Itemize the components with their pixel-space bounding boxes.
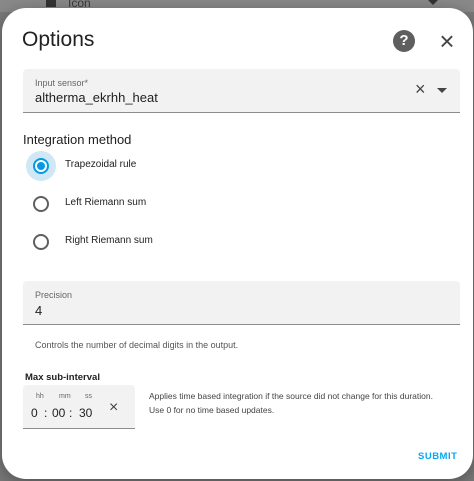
options-dialog: Options ? × Input sensor* altherma_ekrhh… [2, 8, 473, 479]
radio-label: Left Riemann sum [65, 197, 147, 208]
max-sub-interval-label: Max sub-interval [25, 372, 100, 383]
radio-label: Trapezoidal rule [65, 159, 137, 170]
minutes-input[interactable]: 00 [52, 406, 65, 420]
precision-value[interactable]: 4 [35, 303, 42, 318]
seconds-input[interactable]: 30 [79, 406, 92, 420]
background-dropdown-caret-icon [428, 0, 438, 5]
max-sub-interval-description: Applies time based integration if the so… [149, 391, 433, 415]
clear-duration-icon[interactable]: × [109, 399, 118, 417]
clear-icon[interactable]: × [415, 79, 426, 100]
precision-field[interactable]: Precision 4 [23, 281, 460, 325]
minutes-unit-label: mm [59, 393, 71, 400]
hours-unit-label: hh [36, 393, 44, 400]
help-icon[interactable]: ? [393, 30, 415, 52]
integration-method-label: Integration method [23, 132, 132, 147]
radio-option-left-riemann[interactable]: Left Riemann sum [26, 189, 326, 219]
input-sensor-field[interactable]: Input sensor* altherma_ekrhh_heat × [23, 69, 460, 113]
dialog-title: Options [22, 28, 95, 51]
radio-button[interactable] [33, 196, 49, 212]
dropdown-caret-icon[interactable] [437, 88, 447, 93]
submit-button[interactable]: SUBMIT [418, 451, 457, 462]
duration-input[interactable]: hh mm ss 0 : 00 : 30 × [23, 385, 135, 429]
background-icon [46, 0, 56, 7]
precision-label: Precision [35, 290, 73, 300]
close-icon[interactable]: × [434, 28, 460, 54]
input-sensor-value[interactable]: altherma_ekrhh_heat [35, 90, 158, 105]
precision-helper-text: Controls the number of decimal digits in… [35, 340, 239, 350]
radio-option-right-riemann[interactable]: Right Riemann sum [26, 227, 326, 257]
hours-input[interactable]: 0 [31, 406, 38, 420]
radio-button-checked[interactable] [33, 158, 49, 174]
seconds-unit-label: ss [85, 393, 92, 400]
radio-option-trapezoidal[interactable]: Trapezoidal rule [26, 151, 326, 181]
input-sensor-label: Input sensor* [35, 78, 89, 88]
separator: : [44, 406, 48, 420]
radio-label: Right Riemann sum [65, 235, 153, 246]
separator: : [69, 406, 73, 420]
radio-button[interactable] [33, 234, 49, 250]
